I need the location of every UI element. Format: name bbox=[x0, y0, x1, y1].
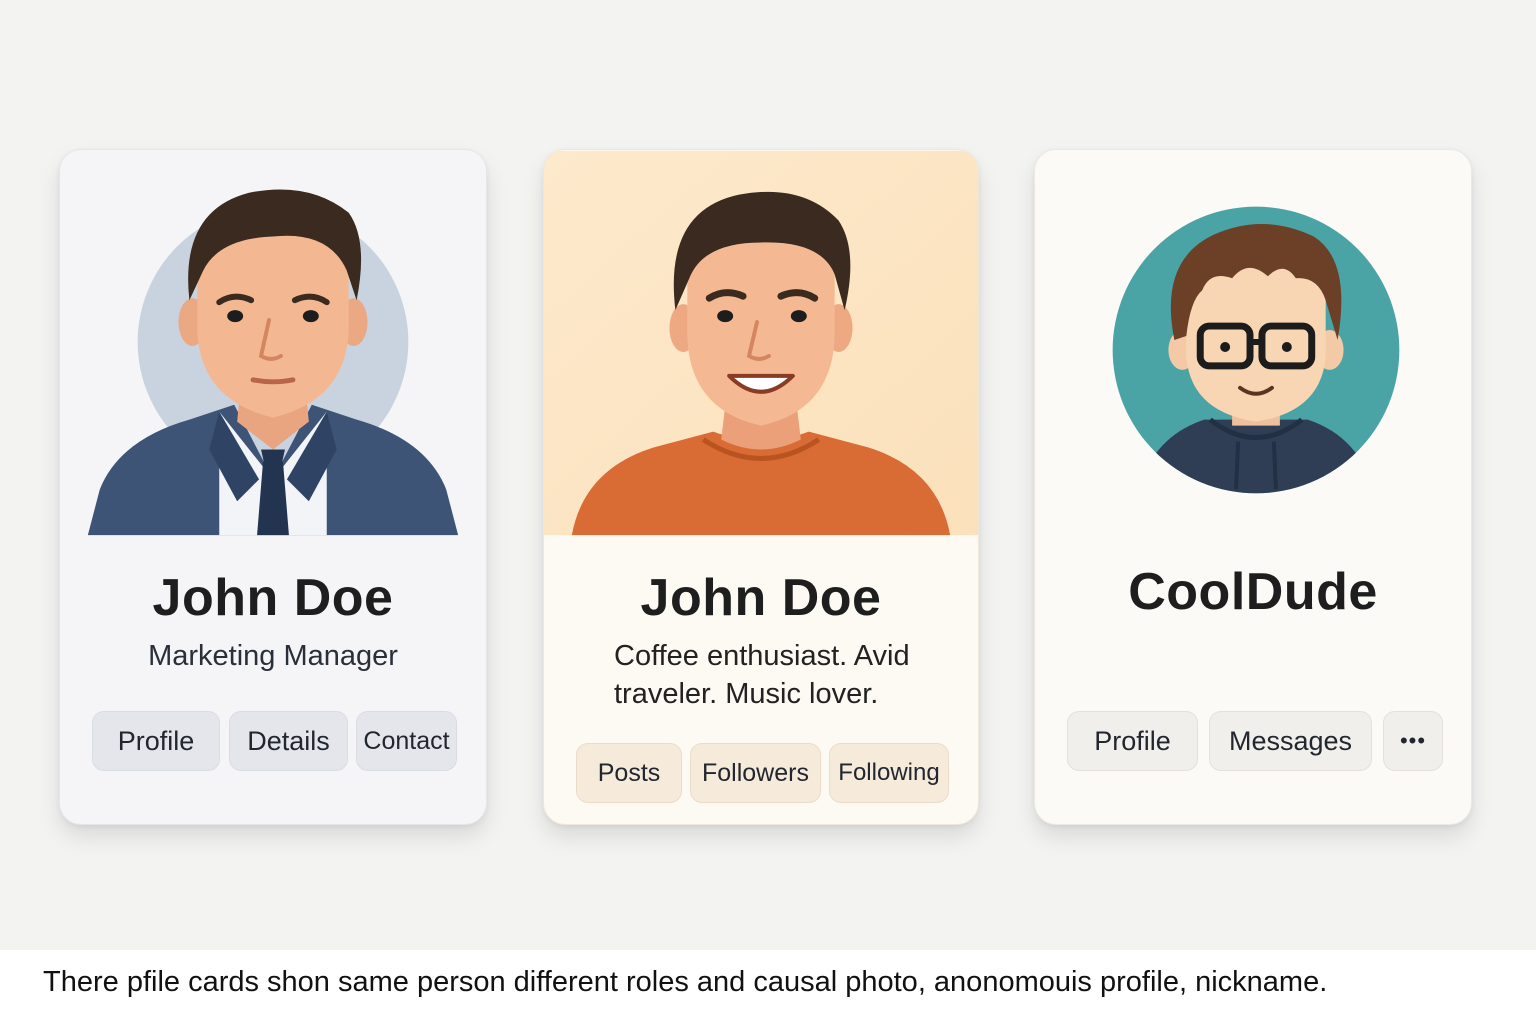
profile-card-anonymous: CoolDude Profile Messages ••• bbox=[1034, 149, 1472, 825]
professional-portrait bbox=[60, 150, 486, 536]
bio-line: Coffee enthusiast. Avid bbox=[614, 640, 910, 672]
caption-bar: There pfile cards shon same person diffe… bbox=[0, 950, 1536, 1024]
profile-name: John Doe bbox=[640, 569, 882, 627]
following-button[interactable]: Following bbox=[829, 743, 949, 803]
bio-line: traveler. Music lover. bbox=[614, 678, 879, 710]
casual-portrait bbox=[544, 150, 978, 536]
canvas: John Doe Marketing Manager Profile Detai… bbox=[0, 0, 1536, 950]
nickname: CoolDude bbox=[1128, 563, 1378, 621]
casual-portrait-illustration bbox=[544, 150, 978, 536]
cartoon-avatar-illustration bbox=[1112, 206, 1400, 494]
profile-button[interactable]: Profile bbox=[1067, 711, 1198, 771]
posts-button[interactable]: Posts bbox=[576, 743, 682, 803]
followers-button[interactable]: Followers bbox=[690, 743, 821, 803]
more-options-button[interactable]: ••• bbox=[1383, 711, 1443, 771]
profile-button[interactable]: Profile bbox=[92, 711, 220, 771]
caption-text: There pfile cards shon same person diffe… bbox=[43, 966, 1328, 998]
anonymous-avatar bbox=[1035, 150, 1471, 536]
job-title: Marketing Manager bbox=[148, 640, 398, 672]
profile-name: John Doe bbox=[152, 569, 394, 627]
profile-card-professional: John Doe Marketing Manager Profile Detai… bbox=[59, 149, 487, 825]
professional-portrait-illustration bbox=[60, 150, 486, 536]
messages-button[interactable]: Messages bbox=[1209, 711, 1372, 771]
details-button[interactable]: Details bbox=[229, 711, 348, 771]
contact-button[interactable]: Contact bbox=[356, 711, 457, 771]
profile-card-casual: John Doe Coffee enthusiast. Avid travele… bbox=[543, 149, 979, 825]
